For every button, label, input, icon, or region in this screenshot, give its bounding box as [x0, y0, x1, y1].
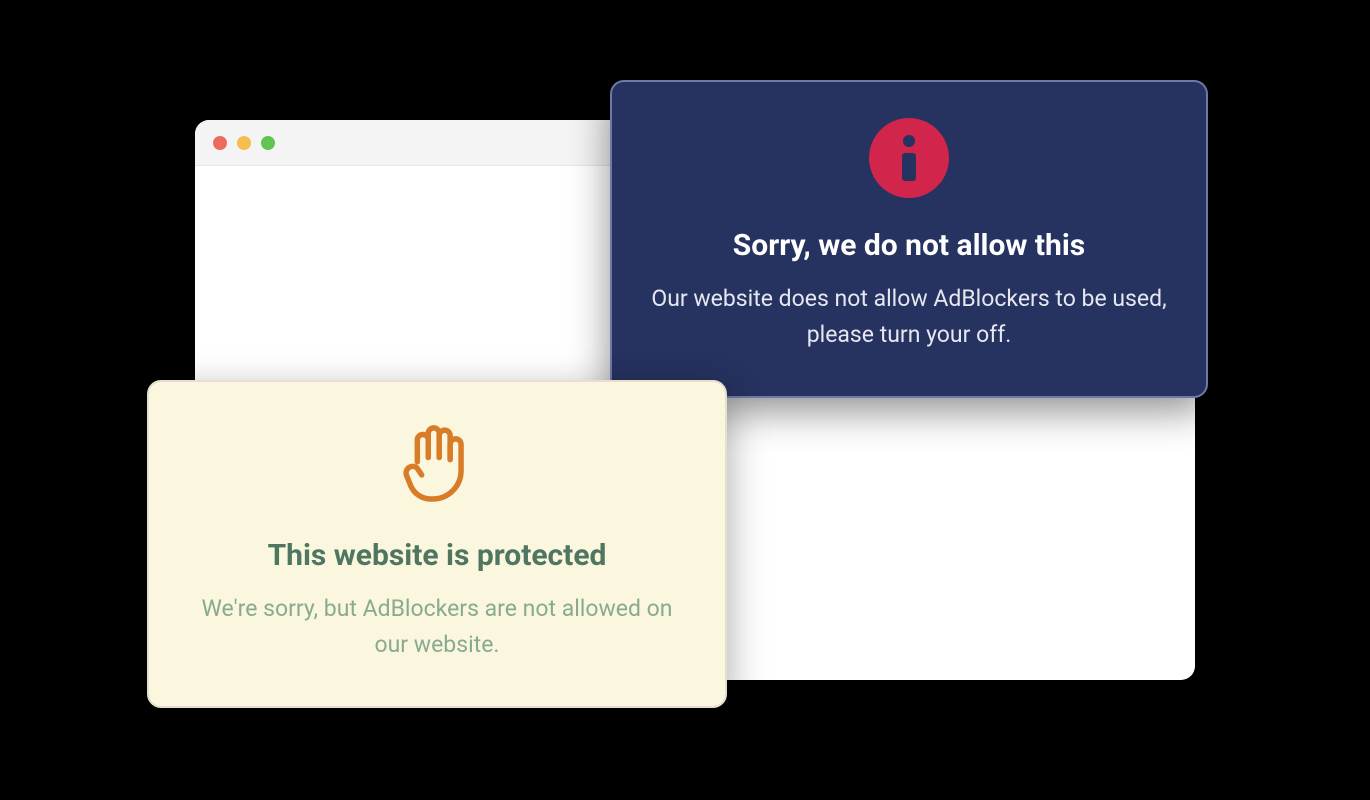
- dark-dialog-title: Sorry, we do not allow this: [648, 228, 1170, 263]
- cream-dialog-body: We're sorry, but AdBlockers are not allo…: [189, 591, 685, 662]
- adblock-dialog-cream: This website is protected We're sorry, b…: [147, 380, 727, 708]
- info-icon: [869, 118, 949, 198]
- traffic-light-close-icon: [213, 136, 227, 150]
- dark-dialog-body: Our website does not allow AdBlockers to…: [648, 281, 1170, 352]
- traffic-light-minimize-icon: [237, 136, 251, 150]
- hand-stop-icon: [397, 416, 477, 512]
- illustration-stage: Sorry, we do not allow this Our website …: [0, 0, 1370, 800]
- cream-dialog-title: This website is protected: [189, 538, 685, 573]
- traffic-light-zoom-icon: [261, 136, 275, 150]
- adblock-dialog-dark: Sorry, we do not allow this Our website …: [610, 80, 1208, 398]
